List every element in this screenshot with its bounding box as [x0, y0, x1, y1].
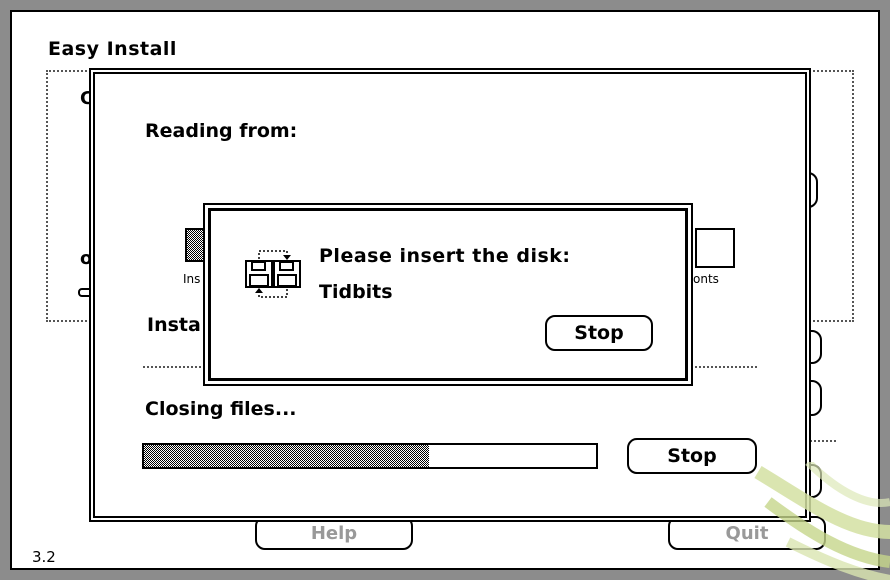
window-title: Easy Install: [48, 38, 177, 60]
fonts-folder-icon: [695, 228, 735, 268]
insert-disk-alert: Please insert the disk: Tidbits Stop: [203, 203, 693, 386]
fonts-icon-label: onts: [693, 272, 719, 286]
obscured-button: [806, 330, 822, 364]
installer-icon-label: Ins: [183, 272, 201, 286]
installing-label: Insta: [147, 314, 201, 336]
obscured-label: C: [80, 88, 94, 109]
watermark-logo-icon: [754, 462, 890, 580]
progress-bar: [142, 443, 598, 469]
help-button[interactable]: Help: [255, 516, 413, 550]
obscured-button: [806, 380, 822, 416]
disk-swap-icon: [243, 241, 303, 301]
obscured-divider: [806, 440, 836, 442]
alert-message: Please insert the disk:: [319, 245, 571, 267]
progress-fill: [144, 445, 429, 467]
reading-from-label: Reading from:: [145, 120, 298, 142]
status-text: Closing files...: [145, 398, 297, 420]
stop-install-button[interactable]: Stop: [627, 438, 757, 474]
obscured-label: o: [80, 248, 93, 269]
disk-name: Tidbits: [319, 281, 393, 303]
version-label: 3.2: [32, 548, 56, 566]
stop-button[interactable]: Stop: [545, 315, 653, 351]
